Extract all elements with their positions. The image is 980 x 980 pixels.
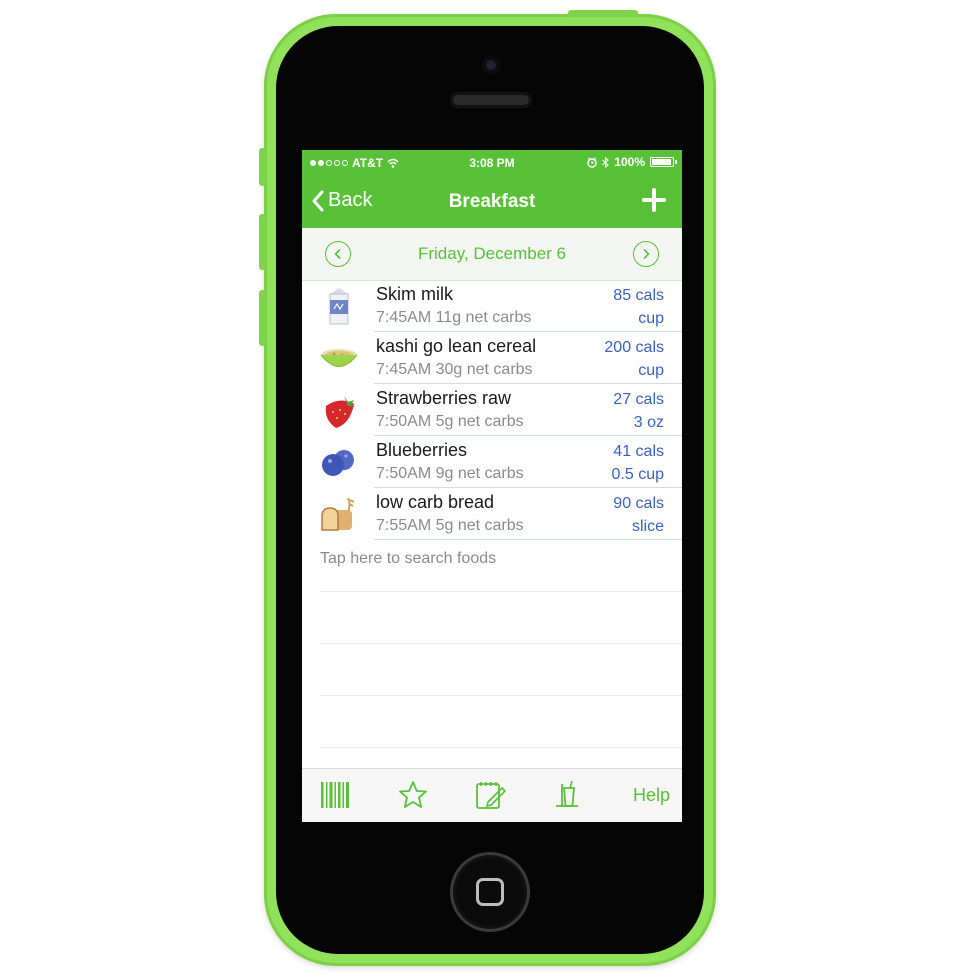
search-foods-row[interactable]: Tap here to search foods xyxy=(320,550,496,568)
battery-percent: 100% xyxy=(614,155,645,169)
star-icon xyxy=(399,781,427,808)
ruled-line xyxy=(320,643,682,644)
status-bar: AT&T 3:08 PM 100% xyxy=(302,150,682,176)
food-name: Skim milk xyxy=(376,284,453,304)
food-unit: 0.5 cup xyxy=(611,466,664,483)
food-row[interactable]: Strawberries raw 7:50AM 5g net carbs 27 … xyxy=(302,384,682,436)
bluetooth-icon xyxy=(602,156,610,168)
food-calories: 41 cals xyxy=(613,443,664,460)
earpiece-speaker xyxy=(450,92,532,108)
food-name: Blueberries xyxy=(376,440,468,460)
ruled-line xyxy=(320,747,682,748)
food-unit: cup xyxy=(638,362,664,379)
alarm-icon xyxy=(587,156,597,168)
date-bar: Friday, December 6 xyxy=(302,228,682,281)
ruled-line xyxy=(320,591,682,592)
help-button[interactable]: Help xyxy=(633,785,670,806)
next-day-button[interactable] xyxy=(633,241,659,267)
plus-icon xyxy=(642,188,666,212)
blueberries-icon xyxy=(322,450,354,476)
current-date[interactable]: Friday, December 6 xyxy=(302,244,682,264)
food-row[interactable]: Blueberries 7:50AM 9g net carbs 41 cals … xyxy=(302,436,682,488)
food-calories: 90 cals xyxy=(613,495,664,512)
notes-tab[interactable] xyxy=(474,780,507,815)
page-title: Breakfast xyxy=(448,191,536,212)
add-food-button[interactable] xyxy=(642,188,666,217)
mute-switch xyxy=(259,148,266,186)
food-unit: cup xyxy=(638,310,664,327)
chevron-right-icon xyxy=(643,249,650,259)
food-calories: 27 cals xyxy=(613,391,664,408)
favorites-tab[interactable] xyxy=(398,780,428,815)
battery-icon xyxy=(650,157,677,167)
food-list: Skim milk 7:45AM 11g net carbs 85 cals c… xyxy=(302,280,682,540)
volume-up-button xyxy=(259,214,266,270)
food-calories: 200 cals xyxy=(604,339,664,356)
app-screen: AT&T 3:08 PM 100% Back Breakfast Friday,… xyxy=(302,150,682,822)
milk-carton-icon xyxy=(329,288,349,325)
tab-bar: Help xyxy=(302,768,682,822)
food-calories: 85 cals xyxy=(613,287,664,304)
front-camera xyxy=(482,56,500,74)
nav-bar: Back Breakfast xyxy=(302,176,682,228)
drinks-tab[interactable] xyxy=(552,780,582,815)
strawberry-icon xyxy=(325,396,356,428)
drink-icon xyxy=(556,780,578,807)
food-unit: 3 oz xyxy=(633,414,664,431)
cereal-bowl-icon xyxy=(320,349,358,367)
food-row[interactable]: low carb bread 7:55AM 5g net carbs 90 ca… xyxy=(302,488,682,540)
barcode-scan-tab[interactable] xyxy=(320,780,350,815)
row-divider xyxy=(374,539,682,540)
food-name: kashi go lean cereal xyxy=(376,336,537,356)
food-detail: 7:45AM 11g net carbs xyxy=(376,309,532,326)
bread-icon xyxy=(321,497,355,531)
status-right: 100% xyxy=(587,155,677,169)
volume-down-button xyxy=(259,290,266,346)
food-row[interactable]: Skim milk 7:45AM 11g net carbs 85 cals c… xyxy=(302,280,682,332)
food-detail: 7:50AM 9g net carbs xyxy=(376,465,524,482)
home-button[interactable] xyxy=(450,852,530,932)
food-detail: 7:45AM 30g net carbs xyxy=(376,361,533,378)
food-row[interactable]: kashi go lean cereal 7:45AM 30g net carb… xyxy=(302,332,682,384)
food-detail: 7:55AM 5g net carbs xyxy=(376,517,524,534)
food-name: low carb bread xyxy=(376,492,495,512)
power-button xyxy=(568,10,638,17)
food-detail: 7:50AM 5g net carbs xyxy=(376,413,524,430)
notepad-icon xyxy=(476,782,507,809)
food-name: Strawberries raw xyxy=(376,388,512,408)
ruled-line xyxy=(320,695,682,696)
barcode-icon xyxy=(321,782,349,808)
home-square-icon xyxy=(476,878,504,906)
food-unit: slice xyxy=(631,518,664,535)
